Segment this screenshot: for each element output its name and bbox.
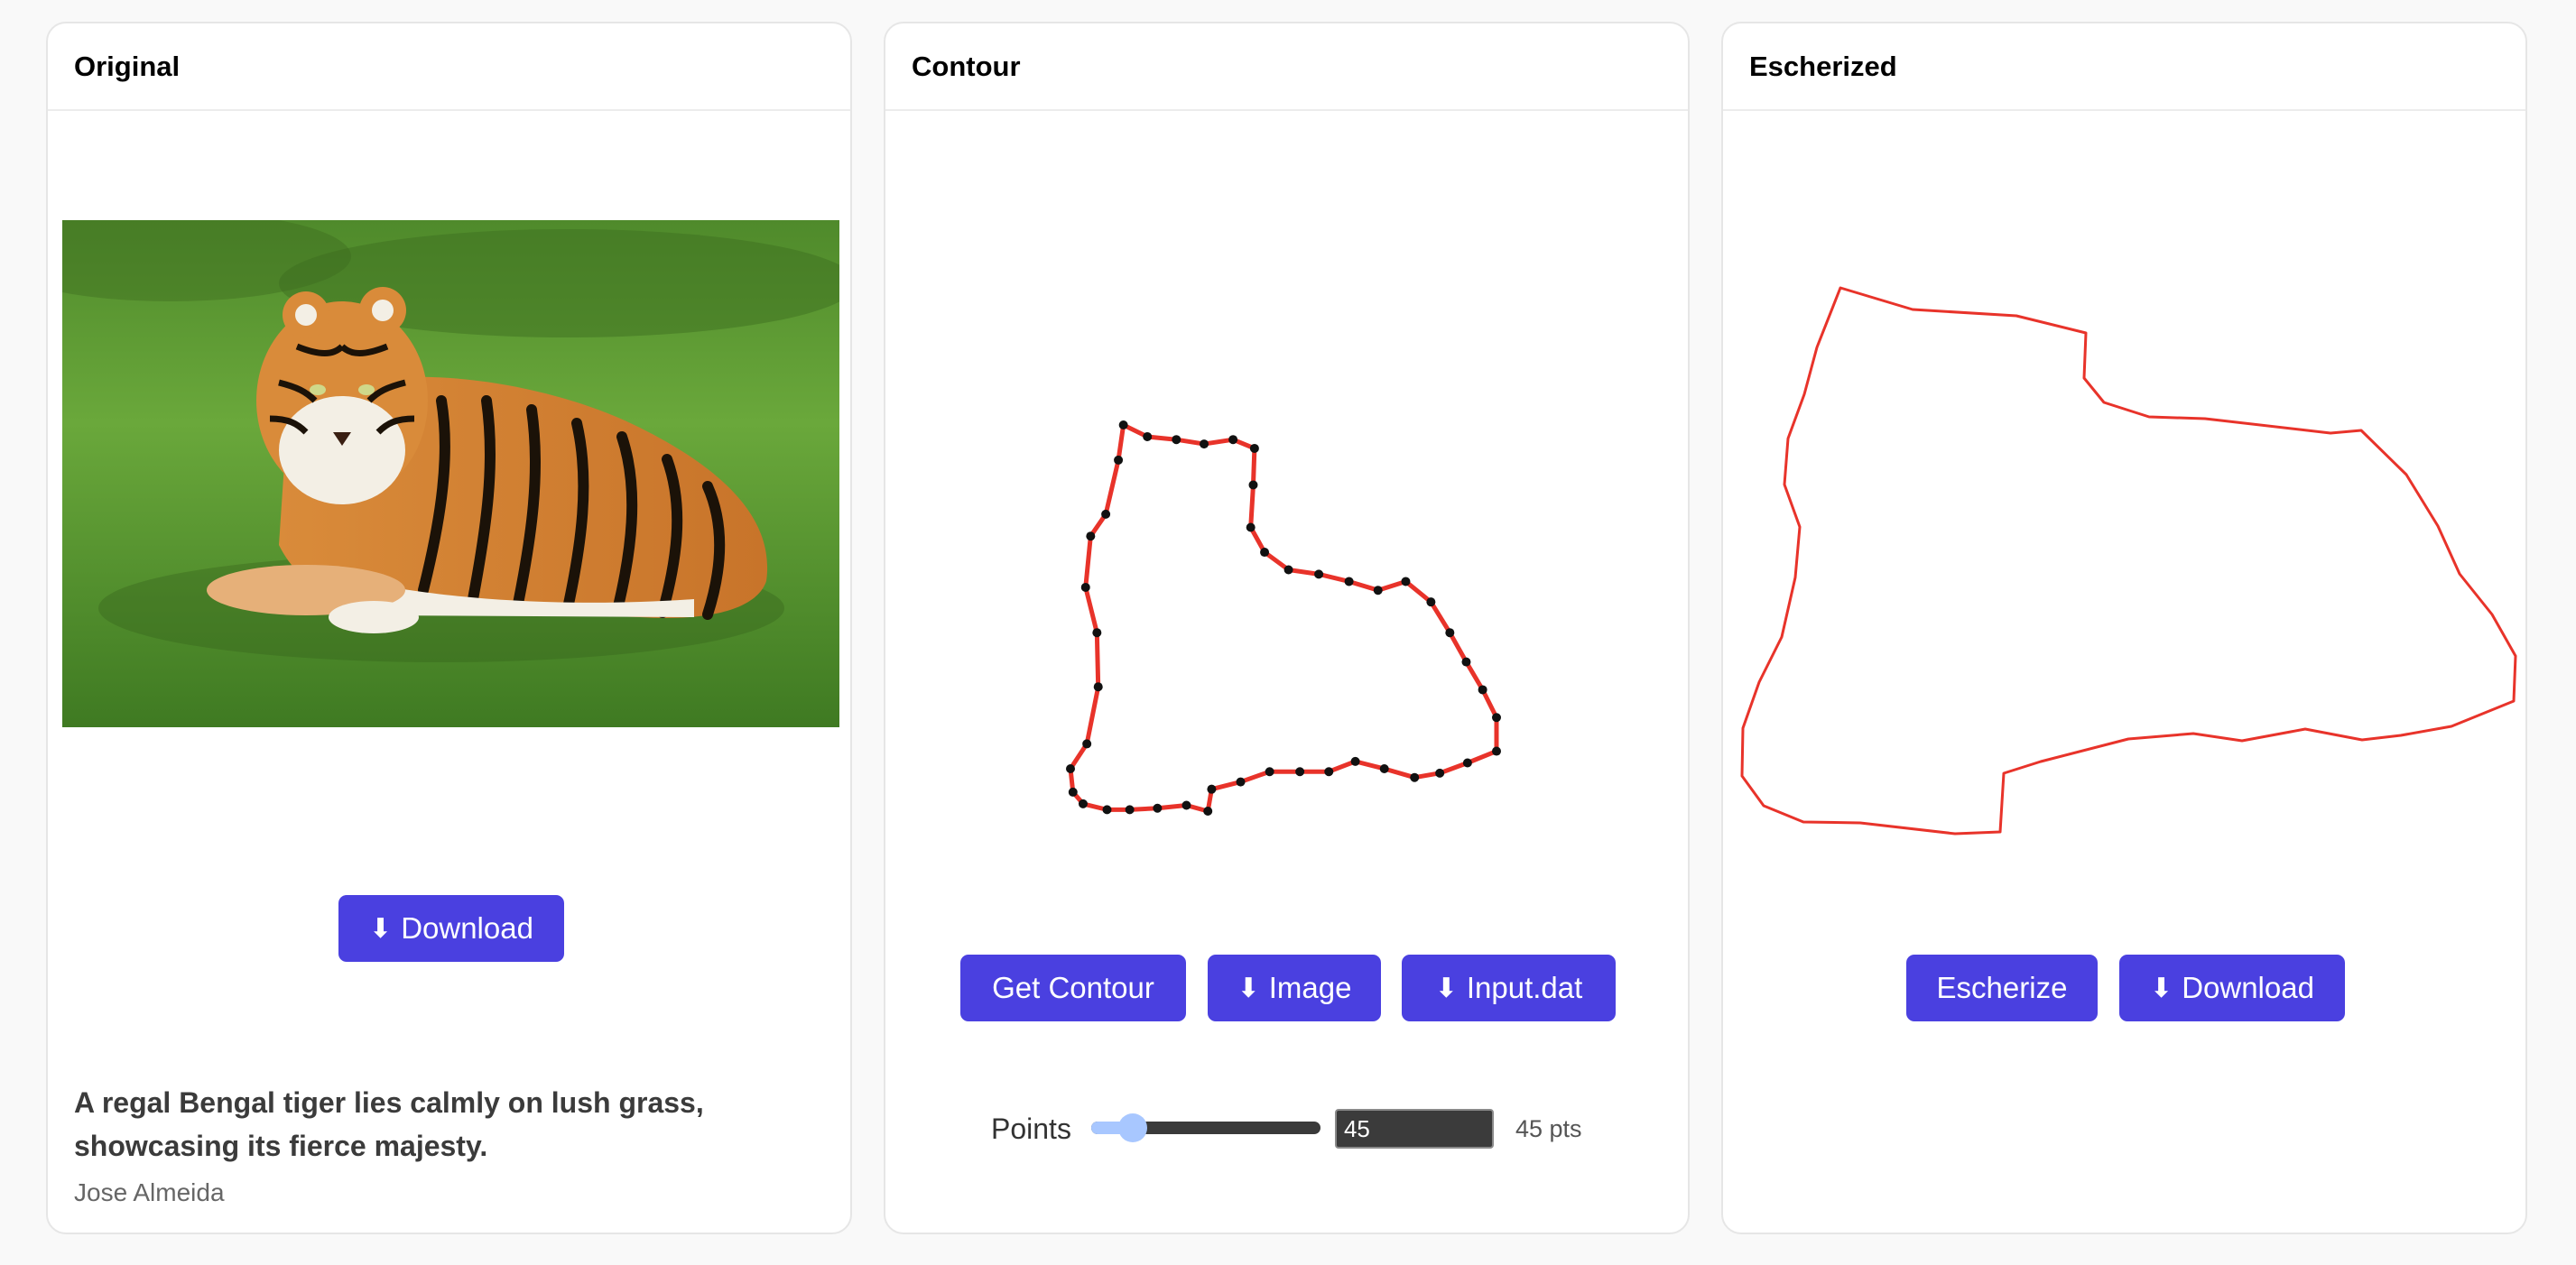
contour-point: [1445, 628, 1455, 638]
contour-point: [1092, 628, 1102, 638]
contour-point: [1373, 586, 1383, 596]
contour-panel: Contour Get Contour ⬇ Image ⬇ Input.dat …: [884, 22, 1690, 1234]
contour-point: [1410, 772, 1420, 782]
contour-point: [1283, 565, 1293, 575]
contour-point: [1066, 763, 1075, 773]
contour-point: [1426, 597, 1436, 607]
contour-point: [1093, 682, 1103, 692]
contour-point: [1203, 807, 1213, 816]
contour-point: [1249, 443, 1259, 453]
contour-point: [1114, 455, 1124, 465]
contour-canvas: [1066, 420, 1501, 816]
contour-point: [1078, 799, 1088, 808]
contour-point: [1478, 685, 1487, 695]
contour-point: [1228, 435, 1238, 445]
escherize-button[interactable]: Escherize: [1906, 955, 2098, 1021]
contour-point: [1350, 756, 1360, 766]
escherized-outline: [1740, 286, 2517, 836]
slider-thumb[interactable]: [1117, 1113, 1147, 1142]
contour-point: [1435, 768, 1445, 778]
points-slider[interactable]: [1090, 1108, 1320, 1150]
escherized-download-label: Download: [2182, 971, 2314, 1004]
points-control: Points 45 pts: [991, 1108, 1582, 1150]
contour-point: [1236, 777, 1246, 787]
contour-point: [1401, 577, 1411, 586]
contour-point: [1143, 431, 1153, 441]
escherized-panel-title: Escherized: [1723, 23, 2525, 111]
contour-point: [1295, 767, 1305, 777]
download-image-label: Image: [1268, 971, 1352, 1004]
get-contour-button[interactable]: Get Contour: [960, 955, 1186, 1021]
contour-point: [1086, 531, 1096, 541]
download-arrow-icon: ⬇: [1434, 973, 1458, 1003]
escherized-download-button[interactable]: ⬇ Download: [2119, 955, 2345, 1021]
download-arrow-icon: ⬇: [369, 913, 393, 944]
download-arrow-icon: ⬇: [1237, 973, 1260, 1003]
contour-point: [1492, 713, 1501, 723]
contour-point: [1462, 758, 1472, 768]
contour-point: [1068, 787, 1078, 797]
original-panel: Original ⬇ Download A regal Bengal tiger…: [46, 22, 852, 1234]
panels-container: Original ⬇ Download A regal Bengal tiger…: [0, 0, 2576, 1265]
contour-panel-title: Contour: [885, 23, 1688, 111]
contour-point: [1082, 739, 1092, 749]
contour-point: [1200, 439, 1209, 449]
original-download-label: Download: [401, 911, 533, 945]
contour-point: [1379, 763, 1389, 773]
contour-point: [1101, 509, 1111, 519]
contour-point: [1102, 805, 1112, 815]
contour-point: [1246, 522, 1256, 532]
download-image-button[interactable]: ⬇ Image: [1208, 955, 1381, 1021]
escherize-label: Escherize: [1936, 971, 2068, 1004]
contour-point: [1461, 657, 1471, 667]
original-panel-title: Original: [48, 23, 850, 111]
get-contour-label: Get Contour: [992, 971, 1154, 1004]
contour-point: [1125, 805, 1135, 815]
download-input-dat-button[interactable]: ⬇ Input.dat: [1402, 955, 1616, 1021]
contour-outline: [1068, 422, 1499, 814]
contour-point: [1153, 803, 1163, 813]
contour-point: [1172, 435, 1181, 445]
contour-point: [1207, 784, 1217, 794]
contour-point: [1260, 548, 1270, 558]
contour-point: [1181, 800, 1191, 810]
points-number-input[interactable]: [1334, 1109, 1494, 1149]
points-readout: 45 pts: [1515, 1114, 1582, 1142]
download-input-dat-label: Input.dat: [1466, 971, 1583, 1004]
escherized-panel: Escherized Escherize ⬇ Download: [1721, 22, 2527, 1234]
download-arrow-icon: ⬇: [2150, 973, 2173, 1003]
escherized-canvas: [1740, 286, 2517, 836]
contour-point: [1248, 480, 1258, 490]
points-label: Points: [991, 1112, 1071, 1145]
image-author: Jose Almeida: [74, 1178, 225, 1206]
image-caption: A regal Bengal tiger lies calmly on lush…: [74, 1086, 704, 1162]
contour-point: [1080, 582, 1090, 592]
tiger-photo: [62, 220, 839, 727]
original-download-button[interactable]: ⬇ Download: [338, 895, 564, 962]
contour-point: [1324, 767, 1334, 777]
contour-point: [1118, 420, 1128, 429]
contour-point: [1492, 746, 1501, 756]
contour-point: [1344, 577, 1354, 586]
contour-point: [1265, 767, 1274, 777]
contour-point: [1314, 569, 1324, 579]
